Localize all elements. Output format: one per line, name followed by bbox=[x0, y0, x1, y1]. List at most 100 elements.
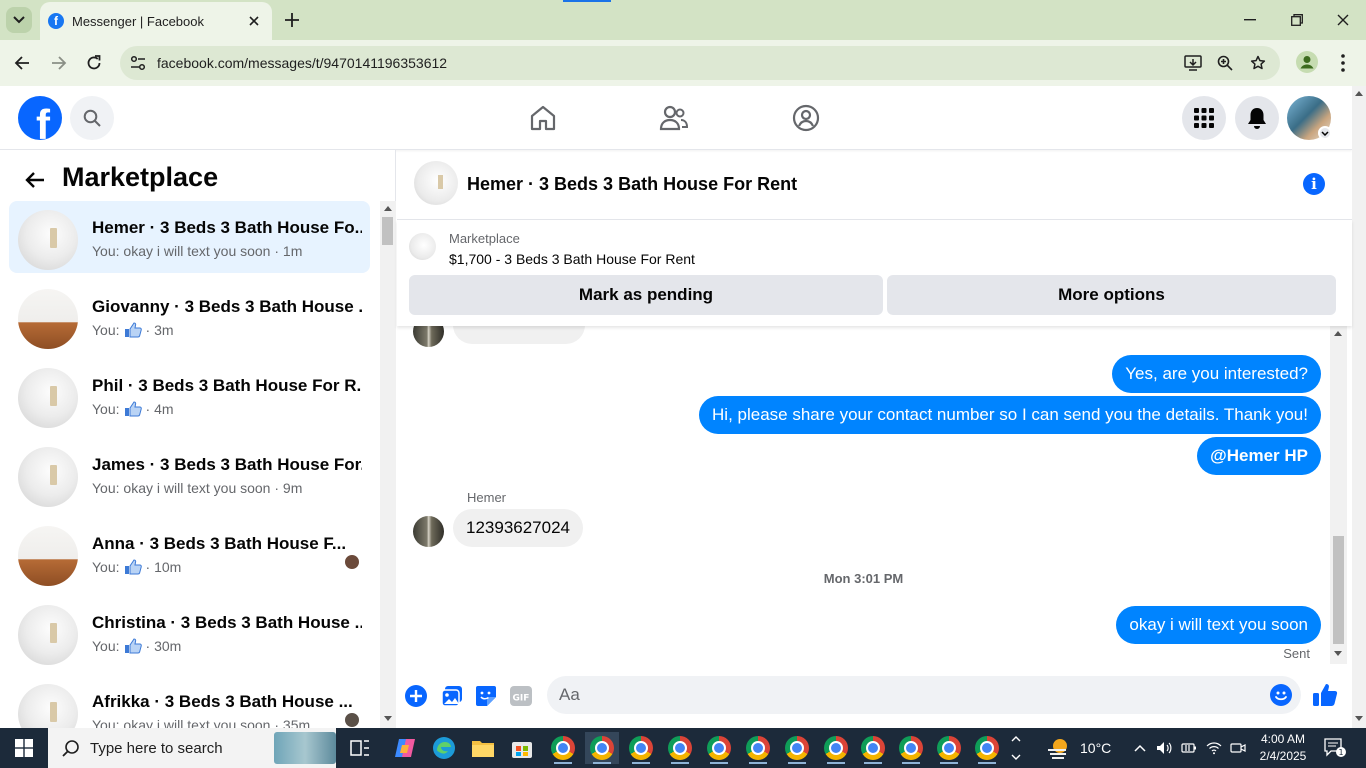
conversation-name: Christina · 3 Beds 3 Bath House ... bbox=[92, 613, 362, 632]
notifications-button[interactable] bbox=[1235, 96, 1279, 140]
conversation-item[interactable]: James · 3 Beds 3 Bath House For... You: … bbox=[9, 438, 370, 510]
temperature: 10°C bbox=[1080, 740, 1112, 756]
message-bubble-outgoing[interactable]: okay i will text you soon bbox=[1116, 606, 1321, 644]
listing-thumbnail[interactable] bbox=[409, 233, 436, 260]
browser-tab-messenger[interactable]: f Messenger | Facebook bbox=[40, 2, 272, 40]
weather-widget[interactable]: 10°C bbox=[1046, 728, 1111, 768]
taskbar-app-edge[interactable] bbox=[427, 732, 461, 764]
battery-button[interactable] bbox=[1181, 740, 1197, 756]
forward-button[interactable] bbox=[48, 52, 70, 74]
more-actions-button[interactable] bbox=[404, 684, 428, 708]
taskbar-app-chrome[interactable] bbox=[585, 732, 619, 764]
taskbar-app-store[interactable] bbox=[505, 732, 539, 764]
back-button[interactable] bbox=[11, 52, 33, 74]
browser-menu-icon[interactable] bbox=[1335, 52, 1351, 74]
install-app-icon[interactable] bbox=[1184, 54, 1202, 72]
conversation-item[interactable]: Phil · 3 Beds 3 Bath House For R... You:… bbox=[9, 359, 370, 431]
scroll-up-arrow-icon[interactable] bbox=[384, 206, 392, 211]
clock[interactable]: 4:00 AM 2/4/2025 bbox=[1255, 731, 1311, 765]
gif-button[interactable]: GIF bbox=[509, 684, 533, 708]
chat-avatar[interactable] bbox=[414, 161, 458, 205]
sticker-button[interactable] bbox=[474, 684, 498, 708]
sender-avatar[interactable] bbox=[413, 516, 444, 547]
reload-button[interactable] bbox=[83, 52, 105, 74]
close-tab-icon[interactable] bbox=[246, 13, 262, 29]
zoom-icon[interactable] bbox=[1216, 54, 1234, 72]
message-input[interactable] bbox=[547, 676, 1301, 714]
notification-center-button[interactable]: 1 bbox=[1324, 738, 1346, 758]
chat-title[interactable]: Hemer · 3 Beds 3 Bath House For Rent bbox=[467, 174, 797, 195]
browser-profile-icon[interactable] bbox=[1296, 51, 1318, 73]
scrollbar-thumb[interactable] bbox=[1333, 536, 1344, 644]
message-bubble-outgoing[interactable]: Yes, are you interested? bbox=[1112, 355, 1321, 393]
chrome-icon bbox=[975, 736, 999, 760]
nav-home[interactable] bbox=[527, 102, 559, 134]
taskbar-app-chrome[interactable] bbox=[702, 732, 736, 764]
omnibox[interactable]: facebook.com/messages/t/9470141196353612 bbox=[120, 46, 1280, 80]
camera-privacy-button[interactable] bbox=[1230, 740, 1246, 756]
site-settings-icon[interactable] bbox=[130, 55, 146, 71]
conversation-preview: You: · 30m bbox=[92, 638, 182, 654]
task-view-button[interactable] bbox=[343, 732, 377, 764]
scroll-down-arrow-icon[interactable] bbox=[384, 716, 392, 721]
close-window-button[interactable] bbox=[1333, 10, 1353, 30]
nav-friends[interactable] bbox=[658, 102, 690, 134]
taskbar-app-copilot[interactable] bbox=[388, 732, 422, 764]
chrome-icon bbox=[668, 736, 692, 760]
conversation-list-scrollbar[interactable] bbox=[380, 201, 396, 728]
scroll-down-arrow-icon[interactable] bbox=[1334, 651, 1342, 656]
send-like-icon[interactable] bbox=[1312, 682, 1338, 708]
volume-button[interactable] bbox=[1156, 740, 1172, 756]
more-options-button[interactable]: More options bbox=[887, 275, 1336, 315]
nav-groups[interactable] bbox=[790, 102, 822, 134]
attach-photo-button[interactable] bbox=[440, 684, 464, 708]
network-button[interactable] bbox=[1206, 740, 1222, 756]
taskbar-app-chrome[interactable] bbox=[970, 732, 1004, 764]
facebook-search-button[interactable] bbox=[70, 96, 114, 140]
message-scrollbar[interactable] bbox=[1330, 326, 1347, 664]
taskbar-app-chrome[interactable] bbox=[624, 732, 658, 764]
restore-button[interactable] bbox=[1287, 10, 1307, 30]
taskbar-app-chrome[interactable] bbox=[546, 732, 580, 764]
menu-button[interactable] bbox=[1182, 96, 1226, 140]
taskbar-app-chrome[interactable] bbox=[663, 732, 697, 764]
message-bubble-incoming[interactable]: 12393627024 bbox=[453, 509, 584, 547]
tab-search-button[interactable] bbox=[6, 7, 32, 33]
mark-as-pending-button[interactable]: Mark as pending bbox=[409, 275, 883, 315]
taskbar-app-chrome[interactable] bbox=[932, 732, 966, 764]
taskbar-app-file-explorer[interactable] bbox=[466, 732, 500, 764]
taskbar-search-box[interactable]: Type here to search bbox=[48, 728, 336, 768]
back-button[interactable] bbox=[22, 167, 48, 193]
minimize-button[interactable] bbox=[1240, 10, 1260, 30]
scroll-down-arrow-icon[interactable] bbox=[1355, 716, 1363, 721]
page-scrollbar[interactable] bbox=[1352, 86, 1366, 728]
listing-label: Marketplace bbox=[449, 231, 520, 246]
emoji-button[interactable] bbox=[1270, 684, 1292, 706]
taskbar-app-chrome[interactable] bbox=[741, 732, 775, 764]
scroll-up-arrow-icon[interactable] bbox=[1334, 331, 1342, 336]
conversation-info-icon[interactable]: i bbox=[1303, 173, 1325, 195]
show-hidden-icons[interactable] bbox=[1132, 740, 1148, 756]
bookmark-star-icon[interactable] bbox=[1249, 54, 1267, 72]
taskbar-app-chrome[interactable] bbox=[819, 732, 853, 764]
scroll-up-arrow-icon[interactable] bbox=[1355, 91, 1363, 96]
taskbar-scroll-button[interactable] bbox=[1008, 732, 1024, 764]
message-bubble-outgoing[interactable]: Hi, please share your contact number so … bbox=[699, 396, 1321, 434]
close-icon bbox=[1337, 14, 1349, 26]
taskbar-app-chrome[interactable] bbox=[856, 732, 890, 764]
listing-price-title[interactable]: $1,700 - 3 Beds 3 Bath House For Rent bbox=[449, 251, 695, 267]
taskbar-app-chrome[interactable] bbox=[780, 732, 814, 764]
conversation-item[interactable]: Christina · 3 Beds 3 Bath House ... You:… bbox=[9, 596, 370, 668]
start-button[interactable] bbox=[0, 728, 48, 768]
message-bubble-outgoing[interactable]: @Hemer HP bbox=[1197, 437, 1321, 475]
account-caret[interactable] bbox=[1318, 126, 1332, 140]
conversation-item[interactable]: Anna · 3 Beds 3 Bath House F... You: · 1… bbox=[9, 517, 370, 589]
clock-date: 2/4/2025 bbox=[1259, 749, 1307, 763]
conversation-item[interactable]: Giovanny · 3 Beds 3 Bath House ... You: … bbox=[9, 280, 370, 352]
new-tab-button[interactable] bbox=[282, 10, 302, 30]
scrollbar-thumb[interactable] bbox=[382, 217, 393, 245]
facebook-logo[interactable]: f bbox=[18, 96, 62, 140]
taskbar-app-chrome[interactable] bbox=[894, 732, 928, 764]
conversation-item[interactable]: Hemer · 3 Beds 3 Bath House Fo... You: o… bbox=[9, 201, 370, 273]
conversation-item[interactable]: Afrikka · 3 Beds 3 Bath House ... You: o… bbox=[9, 675, 370, 728]
